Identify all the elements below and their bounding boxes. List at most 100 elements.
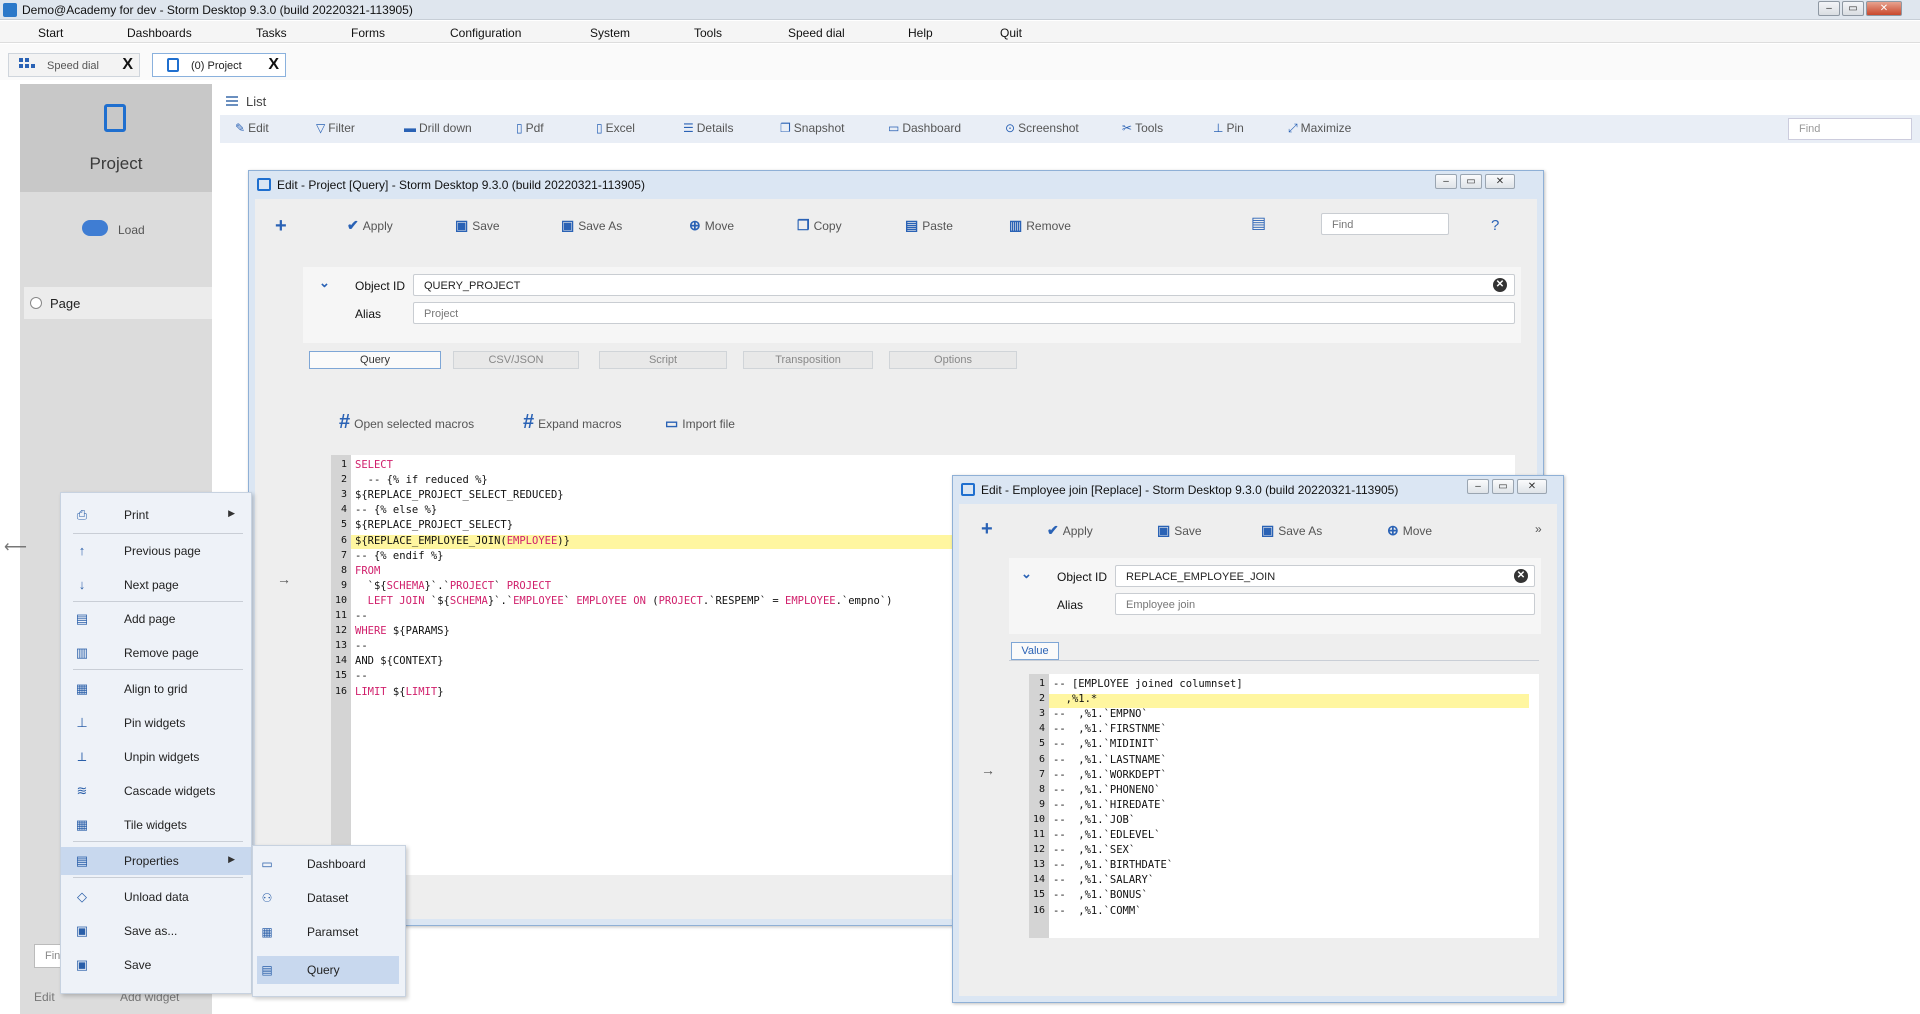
menu-speed-dial[interactable]: Speed dial xyxy=(788,26,845,40)
save-as-button[interactable]: ▣ Save As xyxy=(561,217,622,234)
list-edit-button[interactable]: ✎ Edit xyxy=(235,121,269,135)
list-pdf-button[interactable]: ▯ Pdf xyxy=(516,121,544,135)
menu-item-previous-page[interactable]: ↑ Previous page xyxy=(61,537,251,565)
menu-help[interactable]: Help xyxy=(908,26,933,40)
menu-item-save[interactable]: ▣ Save xyxy=(61,951,251,979)
list-snapshot-button[interactable]: ❐ Snapshot xyxy=(780,121,844,135)
dialog-minimize-button[interactable]: ‒ xyxy=(1435,174,1457,189)
apply-button[interactable]: ✔ Apply xyxy=(1047,522,1093,539)
close-button[interactable]: ✕ xyxy=(1866,1,1902,16)
menu-item-align-to-grid[interactable]: ▦ Align to grid xyxy=(61,675,251,703)
import-file-button[interactable]: ▭ Import file xyxy=(665,415,735,432)
collapse-icon[interactable]: ⌄ xyxy=(1021,566,1032,582)
line-number: 1 xyxy=(340,459,347,470)
tab-project[interactable]: (0) Project X xyxy=(152,53,286,77)
menu-configuration[interactable]: Configuration xyxy=(450,26,521,40)
maximize-button[interactable]: ▭ xyxy=(1842,1,1864,16)
alias-field[interactable]: Project xyxy=(413,302,1515,324)
menu-tasks[interactable]: Tasks xyxy=(256,26,287,40)
paste-button[interactable]: ▤ Paste xyxy=(905,217,953,234)
list-maximize-button[interactable]: ⤢ Maximize xyxy=(1288,121,1351,136)
menu-dashboards[interactable]: Dashboards xyxy=(127,26,192,40)
list-drilldown-button[interactable]: ▬ Drill down xyxy=(404,121,472,135)
menu-item-save-as[interactable]: ▣ Save as... xyxy=(61,917,251,945)
move-button[interactable]: ⊕ Move xyxy=(1387,522,1432,539)
expand-macros-button[interactable]: # Expand macros xyxy=(523,411,622,434)
menu-item-pin-widgets[interactable]: ⊥ Pin widgets xyxy=(61,709,251,737)
submenu-item-paramset[interactable]: ▦ Paramset xyxy=(253,918,405,946)
tab-close-button[interactable]: X xyxy=(268,56,279,74)
collapse-icon[interactable]: ⌄ xyxy=(319,275,330,291)
save-as-button[interactable]: ▣ Save As xyxy=(1261,522,1322,539)
tab-script[interactable]: Script xyxy=(599,351,727,369)
line-number: 4 xyxy=(340,504,347,516)
menu-item-next-page[interactable]: ↓ Next page xyxy=(61,571,251,599)
add-icon[interactable]: + xyxy=(981,518,993,541)
remove-button[interactable]: ▥ Remove xyxy=(1009,217,1071,234)
dialog-find-input[interactable]: Find xyxy=(1321,213,1449,235)
value-code-editor[interactable]: 1 -- [EMPLOYEE joined columnset] 2 ,%1.* 3-… xyxy=(1029,674,1539,938)
arrow-left-icon[interactable]: ⟵ xyxy=(4,537,27,557)
sql-icon[interactable]: ▤ xyxy=(1251,213,1266,233)
menu-item-tile-widgets[interactable]: ▦ Tile widgets xyxy=(61,811,251,839)
menu-item-add-page[interactable]: ▤ Add page xyxy=(61,605,251,633)
tab-close-button[interactable]: X xyxy=(122,56,133,74)
arrow-right-icon[interactable]: → xyxy=(277,571,291,587)
hamburger-icon[interactable] xyxy=(226,96,238,106)
submenu-item-dashboard[interactable]: ▭ Dashboard xyxy=(253,850,405,878)
clear-icon[interactable]: ✕ xyxy=(1514,569,1528,583)
menu-item-unpin-widgets[interactable]: ⟂ Unpin widgets xyxy=(61,743,251,771)
clear-icon[interactable]: ✕ xyxy=(1493,278,1507,292)
subtab-bar: Query CSV/JSON Script Transposition Opti… xyxy=(309,351,1519,371)
menu-start[interactable]: Start xyxy=(38,26,63,40)
tab-value[interactable]: Value xyxy=(1011,642,1059,660)
apply-button[interactable]: ✔ Apply xyxy=(347,217,393,234)
menu-item-remove-page[interactable]: ▥ Remove page xyxy=(61,639,251,667)
move-button[interactable]: ⊕ Move xyxy=(689,217,734,234)
copy-button[interactable]: ❐ Copy xyxy=(797,217,842,234)
save-button[interactable]: ▣ Save xyxy=(455,217,500,234)
submenu-item-query[interactable]: ▤ Query xyxy=(257,956,399,984)
list-screenshot-button[interactable]: ⊙ Screenshot xyxy=(1005,121,1079,135)
help-button[interactable]: ? xyxy=(1491,217,1499,234)
dialog-minimize-button[interactable]: ‒ xyxy=(1467,479,1489,494)
list-tools-button[interactable]: ✂ Tools xyxy=(1122,121,1163,135)
list-find-input[interactable]: Find xyxy=(1788,118,1912,140)
submenu-item-dataset[interactable]: ⚇ Dataset xyxy=(253,884,405,912)
tab-options[interactable]: Options xyxy=(889,351,1017,369)
page-item[interactable]: Page xyxy=(24,287,212,319)
menu-tools[interactable]: Tools xyxy=(694,26,722,40)
menu-item-unload-data[interactable]: ◇ Unload data xyxy=(61,883,251,911)
list-details-button[interactable]: ☰ Details xyxy=(683,121,733,135)
open-macros-button[interactable]: # Open selected macros xyxy=(339,411,474,434)
page-radio[interactable] xyxy=(30,297,42,309)
tab-csv-json[interactable]: CSV/JSON xyxy=(453,351,579,369)
menu-system[interactable]: System xyxy=(590,26,630,40)
alias-field[interactable]: Employee join xyxy=(1115,593,1535,615)
add-icon[interactable]: + xyxy=(275,215,287,238)
code-line: -- xyxy=(355,640,368,653)
object-id-field[interactable]: QUERY_PROJECT xyxy=(413,274,1515,296)
dialog-close-button[interactable]: ✕ xyxy=(1517,479,1547,494)
menu-quit[interactable]: Quit xyxy=(1000,26,1022,40)
list-excel-button[interactable]: ▯ Excel xyxy=(596,121,635,135)
more-button[interactable]: » xyxy=(1535,522,1542,536)
menu-item-cascade-widgets[interactable]: ≋ Cascade widgets xyxy=(61,777,251,805)
menu-forms[interactable]: Forms xyxy=(351,26,385,40)
tab-speed-dial[interactable]: Speed dial X xyxy=(8,53,140,77)
list-pin-button[interactable]: ⊥ Pin xyxy=(1213,121,1244,135)
object-id-field[interactable]: REPLACE_EMPLOYEE_JOIN xyxy=(1115,565,1535,587)
menu-item-print[interactable]: ⎙ Print ▶ xyxy=(61,501,251,529)
arrow-right-icon[interactable]: → xyxy=(981,762,995,778)
list-dashboard-button[interactable]: ▭ Dashboard xyxy=(888,121,961,135)
tab-transposition[interactable]: Transposition xyxy=(743,351,873,369)
save-button[interactable]: ▣ Save xyxy=(1157,522,1202,539)
tab-query[interactable]: Query xyxy=(309,351,441,369)
dialog-maximize-button[interactable]: ▭ xyxy=(1460,174,1482,189)
dialog-maximize-button[interactable]: ▭ xyxy=(1492,479,1514,494)
edit-button[interactable]: Edit xyxy=(34,990,55,1004)
dialog-close-button[interactable]: ✕ xyxy=(1485,174,1515,189)
minimize-button[interactable]: ‒ xyxy=(1818,1,1840,16)
menu-item-properties[interactable]: ▤ Properties ▶ xyxy=(61,847,251,875)
list-filter-button[interactable]: ▽ Filter xyxy=(316,121,355,135)
